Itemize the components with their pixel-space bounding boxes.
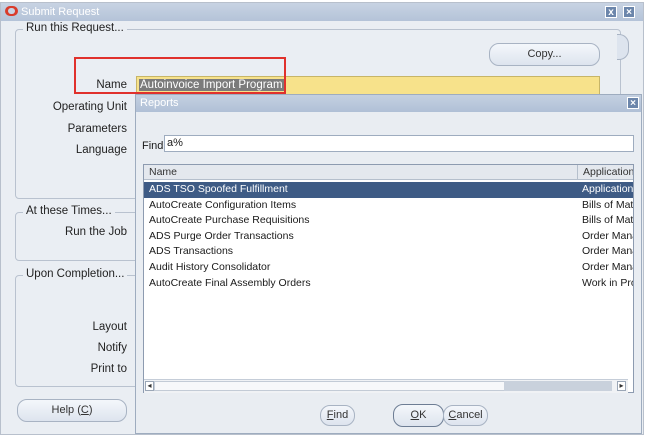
list-item[interactable]: ADS Purge Order Transactions Order Mana (144, 229, 633, 245)
row-name: AutoCreate Purchase Requisitions (149, 214, 310, 227)
help-button[interactable]: Help (C) (17, 399, 127, 422)
row-name: ADS Transactions (149, 245, 234, 258)
run-the-job-label: Run the Job (64, 226, 127, 238)
row-application: Order Mana (582, 245, 634, 258)
find-button[interactable]: Find (320, 405, 355, 426)
find-input[interactable]: a% (164, 135, 634, 152)
row-name: Audit History Consolidator (149, 261, 271, 273)
row-application: Order Mana (582, 229, 634, 242)
list-item[interactable]: ADS Transactions Order Mana (144, 244, 633, 260)
cancel-button[interactable]: Cancel (443, 405, 488, 426)
list-item[interactable]: AutoCreate Final Assembly Orders Work in … (144, 276, 633, 292)
side-tab-icon (617, 34, 629, 60)
print-to-label: Print to (90, 363, 127, 375)
find-button-rest: ind (333, 409, 349, 421)
reports-dialog: Reports × Find a% Name Application ADS T… (135, 94, 642, 434)
window-title: Submit Request (21, 6, 100, 18)
row-application: Bills of Mat (582, 198, 634, 211)
list-item[interactable]: ADS TSO Spoofed Fulfillment Application (144, 182, 633, 198)
language-label: Language (75, 144, 127, 156)
reports-list: Name Application ADS TSO Spoofed Fulfill… (143, 164, 634, 393)
help-button-mnemonic: C (80, 404, 89, 416)
row-application: Work in Pro (582, 276, 634, 289)
help-icon[interactable]: x (605, 6, 617, 18)
row-application: Bills of Mat (582, 214, 634, 227)
row-name: AutoCreate Final Assembly Orders (149, 276, 311, 289)
row-name: ADS TSO Spoofed Fulfillment (149, 183, 288, 195)
run-request-title: Run this Request... (23, 22, 127, 34)
notify-label: Notify (97, 342, 127, 354)
layout-label: Layout (92, 321, 127, 333)
scroll-left-icon[interactable]: ◂ (145, 381, 154, 391)
scrollbar-thumb[interactable] (504, 381, 612, 391)
column-header-application[interactable]: Application (577, 165, 633, 180)
reports-title: Reports (140, 97, 179, 109)
list-item[interactable]: AutoCreate Configuration Items Bills of M… (144, 198, 633, 214)
highlight-box (74, 57, 286, 94)
copy-button[interactable]: Copy... (489, 43, 600, 66)
dialog-close-icon[interactable]: × (627, 97, 639, 109)
ok-button[interactable]: OK (393, 404, 444, 427)
find-button-mnemonic: F (326, 409, 334, 421)
row-application: Application (582, 183, 634, 195)
scrollbar-track[interactable] (154, 381, 512, 391)
ok-button-rest: K (419, 409, 427, 421)
list-item[interactable]: AutoCreate Purchase Requisitions Bills of… (144, 213, 633, 229)
row-name: ADS Purge Order Transactions (149, 229, 294, 242)
help-button-suffix: ) (88, 404, 93, 416)
times-title: At these Times... (23, 205, 115, 217)
parameters-label: Parameters (67, 123, 127, 135)
ok-button-mnemonic: O (410, 409, 420, 421)
close-icon[interactable]: × (623, 6, 635, 18)
scroll-right-icon[interactable]: ▸ (617, 381, 626, 391)
horizontal-scrollbar[interactable]: ◂ ▸ (144, 379, 628, 393)
cancel-button-rest: ancel (456, 409, 483, 421)
column-header-name[interactable]: Name (144, 165, 577, 180)
completion-title: Upon Completion... (23, 268, 128, 280)
list-item[interactable]: Audit History Consolidator Order Mana (144, 260, 633, 276)
oracle-logo-icon (5, 6, 18, 16)
row-name: AutoCreate Configuration Items (149, 198, 297, 211)
row-application: Order Mana (582, 261, 634, 273)
find-label: Find (142, 140, 164, 152)
window-title-bar[interactable]: Submit Request x × (1, 3, 643, 21)
help-button-text: Help ( (51, 404, 81, 416)
reports-title-bar[interactable]: Reports × (136, 95, 641, 112)
operating-unit-label: Operating Unit (52, 101, 127, 113)
